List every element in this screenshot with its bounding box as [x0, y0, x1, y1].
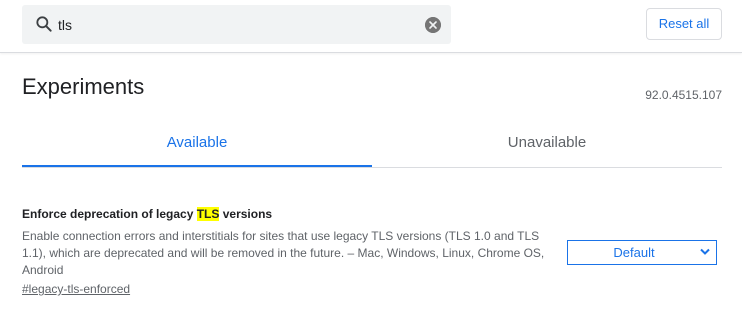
tab-unavailable[interactable]: Unavailable — [372, 122, 722, 166]
tab-bar: Available Unavailable — [22, 122, 722, 168]
clear-icon[interactable] — [425, 17, 441, 33]
version-label: 92.0.4515.107 — [645, 88, 722, 102]
experiment-title: Enforce deprecation of legacy TLS versio… — [22, 206, 722, 223]
chevron-down-icon — [700, 248, 710, 255]
experiment-title-suffix: versions — [219, 207, 273, 221]
search-box[interactable] — [22, 5, 451, 44]
search-input[interactable] — [58, 5, 418, 44]
reset-all-button[interactable]: Reset all — [646, 8, 722, 40]
toolbar: Reset all — [0, 0, 742, 53]
select-value: Default — [613, 245, 655, 260]
search-match-highlight: TLS — [196, 207, 220, 221]
experiment-title-prefix: Enforce deprecation of legacy — [22, 207, 197, 221]
page-title: Experiments — [22, 74, 145, 99]
experiment-description: Enable connection errors and interstitia… — [22, 229, 545, 277]
experiment-state-select[interactable]: Default — [567, 240, 717, 265]
experiment-permalink[interactable]: #legacy-tls-enforced — [22, 281, 130, 298]
tab-available[interactable]: Available — [22, 122, 372, 167]
flags-page: Reset all Experiments 92.0.4515.107 Avai… — [0, 0, 742, 322]
search-icon — [36, 16, 52, 32]
